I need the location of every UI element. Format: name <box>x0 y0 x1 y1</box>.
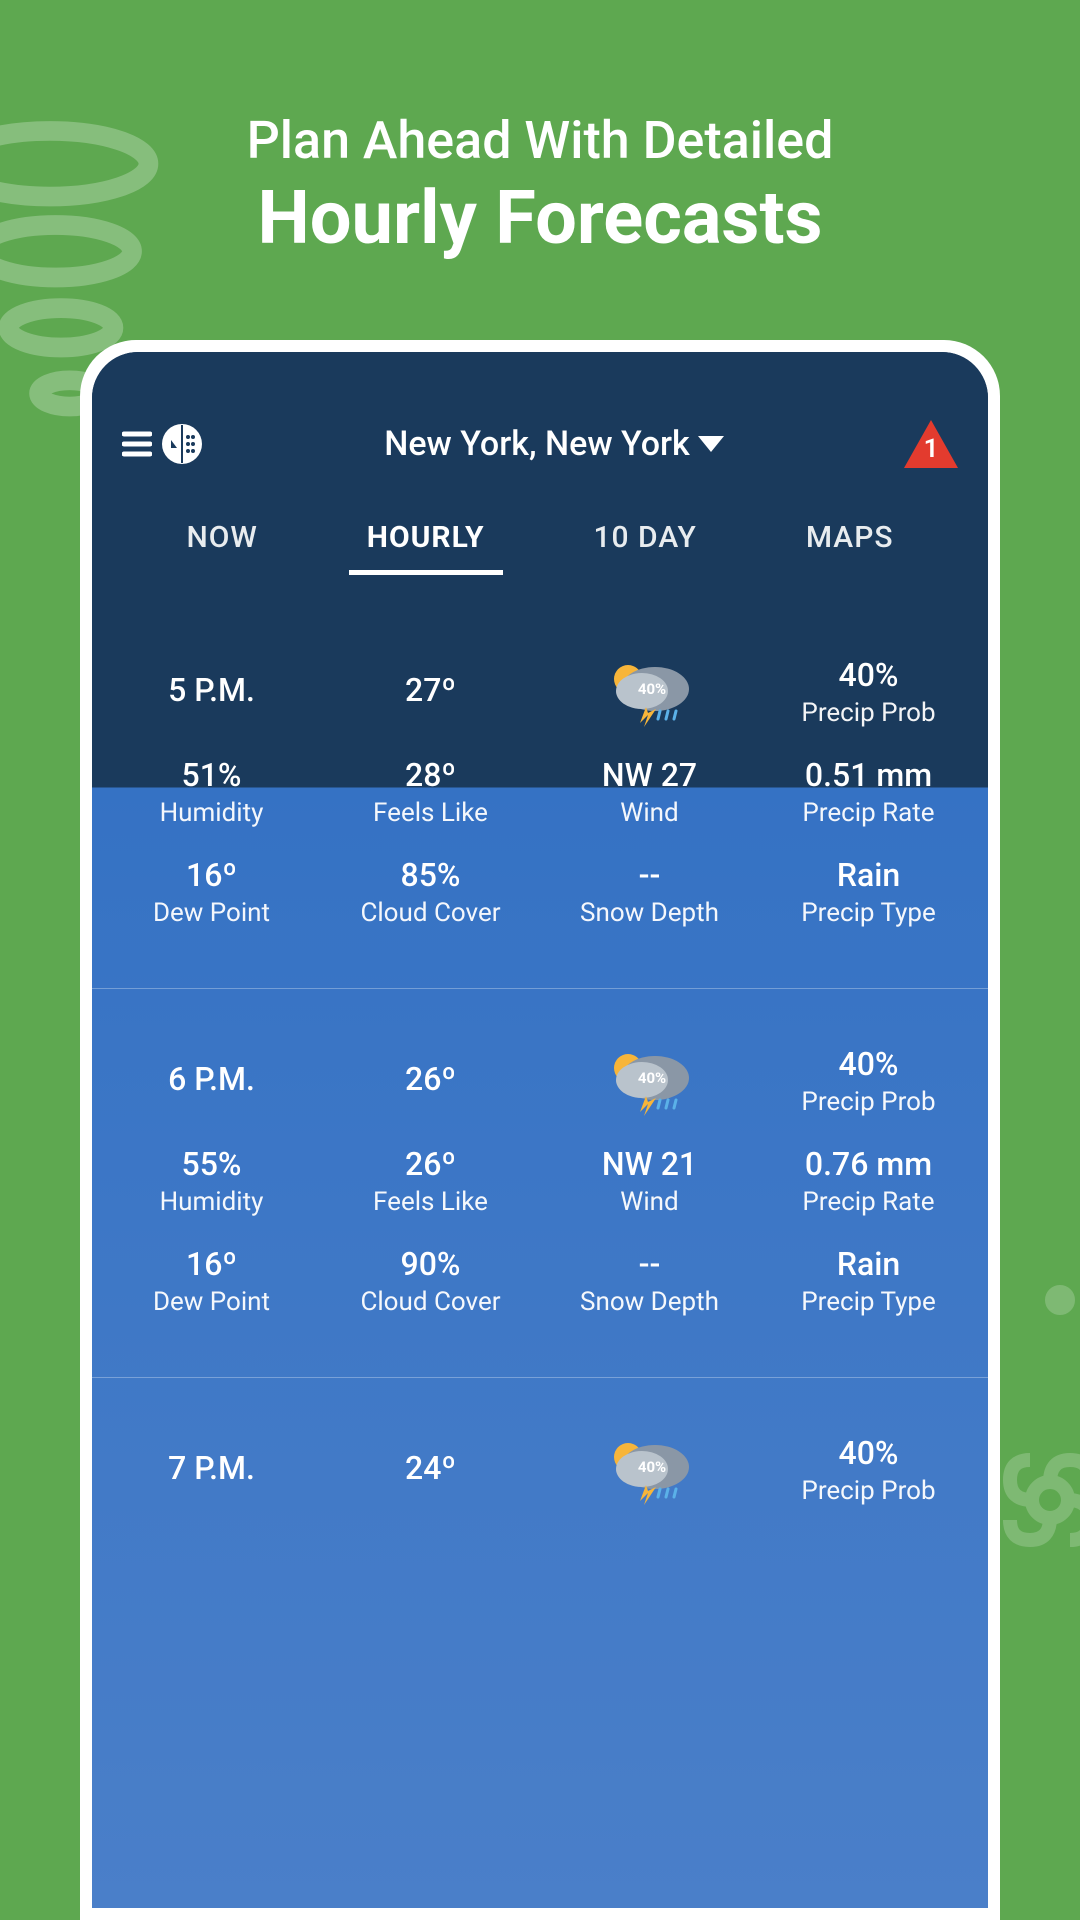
snow-depth-value: -- <box>540 856 759 894</box>
hour-time: 5 P.M. <box>102 671 321 709</box>
hour-time: 7 P.M. <box>102 1449 321 1487</box>
dew-point-label: Dew Point <box>102 1287 321 1317</box>
hour-temp: 24º <box>321 1449 540 1487</box>
tab-maps[interactable]: MAPS <box>788 508 912 573</box>
wind-value: NW 21 <box>540 1145 759 1183</box>
precip-prob-value: 40% <box>759 656 978 694</box>
precip-prob-label: Precip Prob <box>759 1087 978 1117</box>
dew-point-value: 16º <box>102 1245 321 1283</box>
hour-temp: 27º <box>321 671 540 709</box>
precip-type-value: Rain <box>759 856 978 894</box>
wind-value: NW 27 <box>540 756 759 794</box>
precip-rate-label: Precip Rate <box>759 798 978 828</box>
snow-depth-label: Snow Depth <box>540 898 759 928</box>
precip-prob-value: 40% <box>759 1045 978 1083</box>
feels-like-value: 26º <box>321 1145 540 1183</box>
precip-type-label: Precip Type <box>759 1287 978 1317</box>
hour-block[interactable]: 5 P.M. 27º 40% <box>92 600 988 989</box>
hour-block[interactable]: 6 P.M. 26º 40% <box>92 989 988 1378</box>
phone-frame: New York, New York 1 NOW HOURLY 10 DAY M… <box>80 340 1000 1920</box>
promo-header: Plan Ahead With Detailed Hourly Forecast… <box>0 0 1080 262</box>
wind-label: Wind <box>540 1187 759 1217</box>
promo-title: Hourly Forecasts <box>0 175 1080 262</box>
location-selector[interactable]: New York, New York <box>384 424 724 464</box>
weather-thunderstorm-icon: 40% <box>540 1435 759 1505</box>
precip-rate-value: 0.51 mm <box>759 756 978 794</box>
alert-count: 1 <box>904 434 958 464</box>
cloud-cover-label: Cloud Cover <box>321 898 540 928</box>
feels-like-label: Feels Like <box>321 1187 540 1217</box>
humidity-value: 51% <box>102 756 321 794</box>
snow-depth-value: -- <box>540 1245 759 1283</box>
hour-block[interactable]: 7 P.M. 24º 40% <box>92 1378 988 1566</box>
alert-badge[interactable]: 1 <box>904 420 958 468</box>
promo-subtitle: Plan Ahead With Detailed <box>0 110 1080 171</box>
dew-point-value: 16º <box>102 856 321 894</box>
cloud-cover-label: Cloud Cover <box>321 1287 540 1317</box>
precip-type-label: Precip Type <box>759 898 978 928</box>
phone-screen: New York, New York 1 NOW HOURLY 10 DAY M… <box>92 352 988 1908</box>
precip-prob-label: Precip Prob <box>759 698 978 728</box>
snow-depth-label: Snow Depth <box>540 1287 759 1317</box>
feels-like-label: Feels Like <box>321 798 540 828</box>
wind-label: Wind <box>540 798 759 828</box>
precip-prob-value: 40% <box>759 1434 978 1472</box>
cloud-cover-value: 85% <box>321 856 540 894</box>
hamburger-icon <box>122 424 152 464</box>
precip-rate-value: 0.76 mm <box>759 1145 978 1183</box>
dew-point-label: Dew Point <box>102 898 321 928</box>
hour-time: 6 P.M. <box>102 1060 321 1098</box>
menu-button[interactable] <box>122 422 204 466</box>
precip-type-value: Rain <box>759 1245 978 1283</box>
hourly-forecast-list[interactable]: 5 P.M. 27º 40% <box>92 600 988 1566</box>
precip-prob-label: Precip Prob <box>759 1476 978 1506</box>
tab-now[interactable]: NOW <box>168 508 275 573</box>
precip-rate-label: Precip Rate <box>759 1187 978 1217</box>
hour-temp: 26º <box>321 1060 540 1098</box>
svg-text:40%: 40% <box>637 680 665 698</box>
svg-text:40%: 40% <box>637 1069 665 1087</box>
humidity-label: Humidity <box>102 798 321 828</box>
location-label: New York, New York <box>384 424 690 464</box>
chevron-down-icon <box>698 436 724 452</box>
feels-like-value: 28º <box>321 756 540 794</box>
tab-bar: NOW HOURLY 10 DAY MAPS <box>122 508 958 573</box>
svg-text:40%: 40% <box>637 1458 665 1476</box>
humidity-label: Humidity <box>102 1187 321 1217</box>
weatherbug-logo-icon <box>160 422 204 466</box>
tab-10day[interactable]: 10 DAY <box>576 508 715 573</box>
app-header: New York, New York 1 NOW HOURLY 10 DAY M… <box>92 352 988 600</box>
tab-hourly[interactable]: HOURLY <box>349 508 503 573</box>
weather-thunderstorm-icon: 40% <box>540 1046 759 1116</box>
weather-thunderstorm-icon: 40% <box>540 657 759 727</box>
cloud-cover-value: 90% <box>321 1245 540 1283</box>
humidity-value: 55% <box>102 1145 321 1183</box>
